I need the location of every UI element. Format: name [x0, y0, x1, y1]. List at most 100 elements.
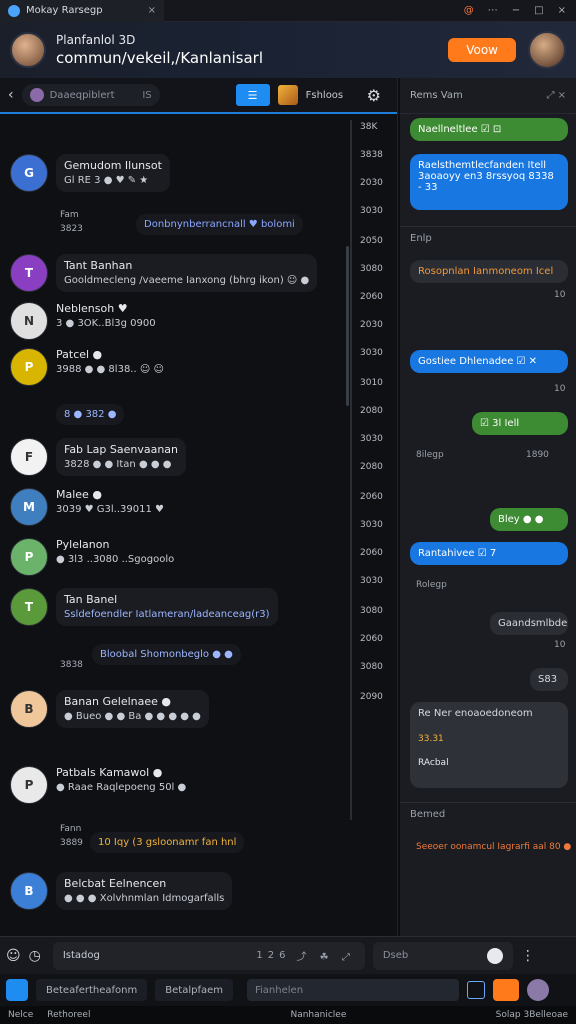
window-icon[interactable]: [467, 981, 485, 999]
thread-message[interactable]: Bley ● ●: [490, 508, 568, 531]
avatar: G: [10, 154, 48, 192]
list-item[interactable]: P Pylelanon ● 3l3 ..3080 ..Sgogoolo: [10, 538, 174, 576]
timestamp: 2060: [360, 634, 383, 644]
action-button[interactable]: [493, 979, 519, 1001]
timestamp: 3080: [360, 606, 383, 616]
sender-name: Banan Gelelnaee ●: [64, 695, 171, 708]
message-text: ● 3l3 ..3080 ..Sgogoolo: [56, 554, 175, 565]
list-item[interactable]: F Fab Lap Saenvaanan 3828 ● ● Itan ● ● ●: [10, 438, 187, 476]
thread-meta: 33.31: [418, 734, 444, 744]
message-toolbar: ‹ Daaeqpiblert IS ☰ Fshloos ⚙: [0, 78, 397, 114]
sticker-label[interactable]: Fshloos: [306, 90, 344, 101]
tab-close-icon[interactable]: ×: [148, 5, 156, 16]
emoji-icon[interactable]: ☺: [6, 948, 21, 964]
thread-close-icon[interactable]: ⤢ ×: [546, 90, 566, 101]
thread-message[interactable]: Gaandsmlbder: [490, 612, 568, 635]
thread-message[interactable]: ☑ 3l Iell: [472, 412, 568, 435]
sub-code: 3889: [60, 838, 83, 848]
send-icon[interactable]: [486, 947, 503, 964]
timestamp: 2030: [360, 320, 383, 330]
close-window-icon[interactable]: ×: [558, 5, 566, 16]
list-item[interactable]: N Neblensoh ♥ 3 ● 3OK..Bl3g 0900: [10, 302, 156, 340]
avatar[interactable]: [527, 979, 549, 1001]
timestamp: 3838: [360, 150, 383, 160]
input-count: 126: [256, 950, 291, 961]
channel-avatar[interactable]: [10, 32, 46, 68]
avatar: P: [10, 348, 48, 386]
input-action-icons[interactable]: ⤴ ☘ ⤢: [297, 948, 355, 963]
compose-button[interactable]: ☰: [235, 84, 270, 106]
message-text: 3039 ♥ G3l..39011 ♥: [56, 504, 164, 515]
list-item[interactable]: T Tan Banel Ssldefoendler Iatlameran/lade…: [10, 588, 278, 626]
avatar: B: [10, 690, 48, 728]
thread-message[interactable]: Raelsthemtlecfanden Itell 3aoaoyy en3 8r…: [410, 154, 568, 210]
scrollbar[interactable]: [346, 246, 349, 406]
status-mid: Rethoreel: [47, 1010, 91, 1020]
maximize-icon[interactable]: □: [534, 5, 543, 16]
thread-message[interactable]: Re Ner enoaoedoneom: [410, 702, 568, 788]
more-icon[interactable]: ⋮: [521, 948, 535, 964]
view-button[interactable]: Voow: [448, 38, 516, 62]
thread-search-input[interactable]: Dseb: [372, 941, 513, 970]
minimize-icon[interactable]: −: [512, 5, 520, 16]
status-left: Nelce: [8, 1010, 34, 1020]
sender-name: Pylelanon: [56, 538, 110, 551]
thread-header: Rems Vam ⤢ ×: [400, 78, 576, 114]
list-item[interactable]: B Belcbat Eelnencen ● ● ● Xolvhnmlan Idmo…: [10, 872, 233, 910]
status-bar: Nelce Rethoreel Nanhaniclee Solap 3Belle…: [0, 1006, 576, 1024]
timer-icon[interactable]: ◷: [29, 948, 41, 964]
thread-search-placeholder: Dseb: [382, 950, 409, 961]
bottom-search-input[interactable]: Fianhelen: [247, 979, 459, 1001]
thread-meta: 10: [554, 640, 566, 650]
reply-text[interactable]: Donbnynberrancnall ♥ bolomi: [136, 214, 303, 235]
thread-message[interactable]: Naellneltlee ☑ ⊡: [410, 118, 568, 141]
thread-message[interactable]: Rosopnlan Ianmoneom Icel: [410, 260, 568, 283]
app-logo-icon: [8, 4, 20, 17]
reply-text[interactable]: Bloobal Shomonbeglo ● ●: [92, 644, 241, 665]
message-text: Gl RE 3 ● ♥ ✎ ★: [64, 175, 149, 186]
gear-icon[interactable]: ⚙: [367, 86, 381, 105]
account-icon[interactable]: @: [464, 5, 474, 16]
list-item[interactable]: M Malee ● 3039 ♥ G3l..39011 ♥: [10, 488, 164, 526]
timestamp: 3030: [360, 576, 383, 586]
reply-text[interactable]: 10 Iqy (3 gsloonamr fan hnl: [90, 832, 245, 853]
timestamp: 3010: [360, 378, 383, 388]
window-controls: @ ⋯ − □ ×: [464, 5, 576, 16]
channel-subtitle: Planfanlol 3D: [56, 33, 136, 47]
bottom-toolbar: Beteafertheafonm Betalpfaem Fianhelen: [0, 974, 576, 1006]
tab-title: Mokay Rarsegp: [26, 5, 103, 16]
user-avatar[interactable]: [528, 31, 566, 69]
thread-message[interactable]: S83: [530, 668, 568, 691]
browser-tab[interactable]: Mokay Rarsegp ×: [0, 0, 164, 22]
sender-name: Patcel ●: [56, 348, 103, 361]
tab-two[interactable]: Betalpfaem: [155, 979, 233, 1001]
tab-one[interactable]: Beteafertheafonm: [36, 979, 148, 1001]
divider: [350, 120, 352, 820]
sender-name: Neblensoh ♥: [56, 302, 128, 315]
list-item[interactable]: G Gemudom Ilunsot Gl RE 3 ● ♥ ✎ ★: [10, 154, 170, 192]
thread-message[interactable]: Gostiee Dhlenadee ☑ ✕: [410, 350, 568, 373]
sticker-icon[interactable]: [277, 85, 298, 105]
message-text: 3988 ● ● 8l38.. ☺ ☺: [56, 364, 164, 375]
list-item[interactable]: P Patbals Kamawol ● ● Raae Raqlepoeng 50l…: [10, 766, 186, 804]
list-item[interactable]: B Banan Gelelnaee ● ● Bueo ● ● Ba ● ● ● ●…: [10, 690, 209, 728]
sender-name: Gemudom Ilunsot: [64, 159, 162, 172]
sender-name: Belcbat Eelnencen: [64, 877, 167, 890]
timestamp: 3030: [360, 206, 383, 216]
message-placeholder: Istadog: [62, 950, 100, 961]
more-icon[interactable]: ⋯: [488, 5, 498, 16]
list-item[interactable]: T Tant Banhan Gooldmecleng /vaeeme Ianxon…: [10, 254, 318, 292]
message-text: 3828 ● ● Itan ● ● ●: [64, 459, 172, 470]
timestamp: 3030: [360, 348, 383, 358]
reply-text[interactable]: 8 ● 382 ●: [56, 404, 125, 425]
message-input[interactable]: Istadog 126 ⤴ ☘ ⤢: [52, 941, 365, 970]
thread-section-label: Enlp: [400, 226, 576, 250]
back-chevron-icon[interactable]: ‹: [8, 87, 14, 103]
home-button[interactable]: [6, 979, 28, 1001]
thread-message[interactable]: Rantahivee ☑ 7: [410, 542, 568, 565]
timestamp: 2090: [360, 692, 383, 702]
timestamp: 2050: [360, 236, 383, 246]
list-item[interactable]: P Patcel ● 3988 ● ● 8l38.. ☺ ☺: [10, 348, 164, 386]
conversation-body: 38K 3838 2030 3030 2050 3080 2060 2030 3030 3010 2…: [0, 116, 398, 936]
search-input[interactable]: Daaeqpiblert IS: [21, 84, 160, 106]
